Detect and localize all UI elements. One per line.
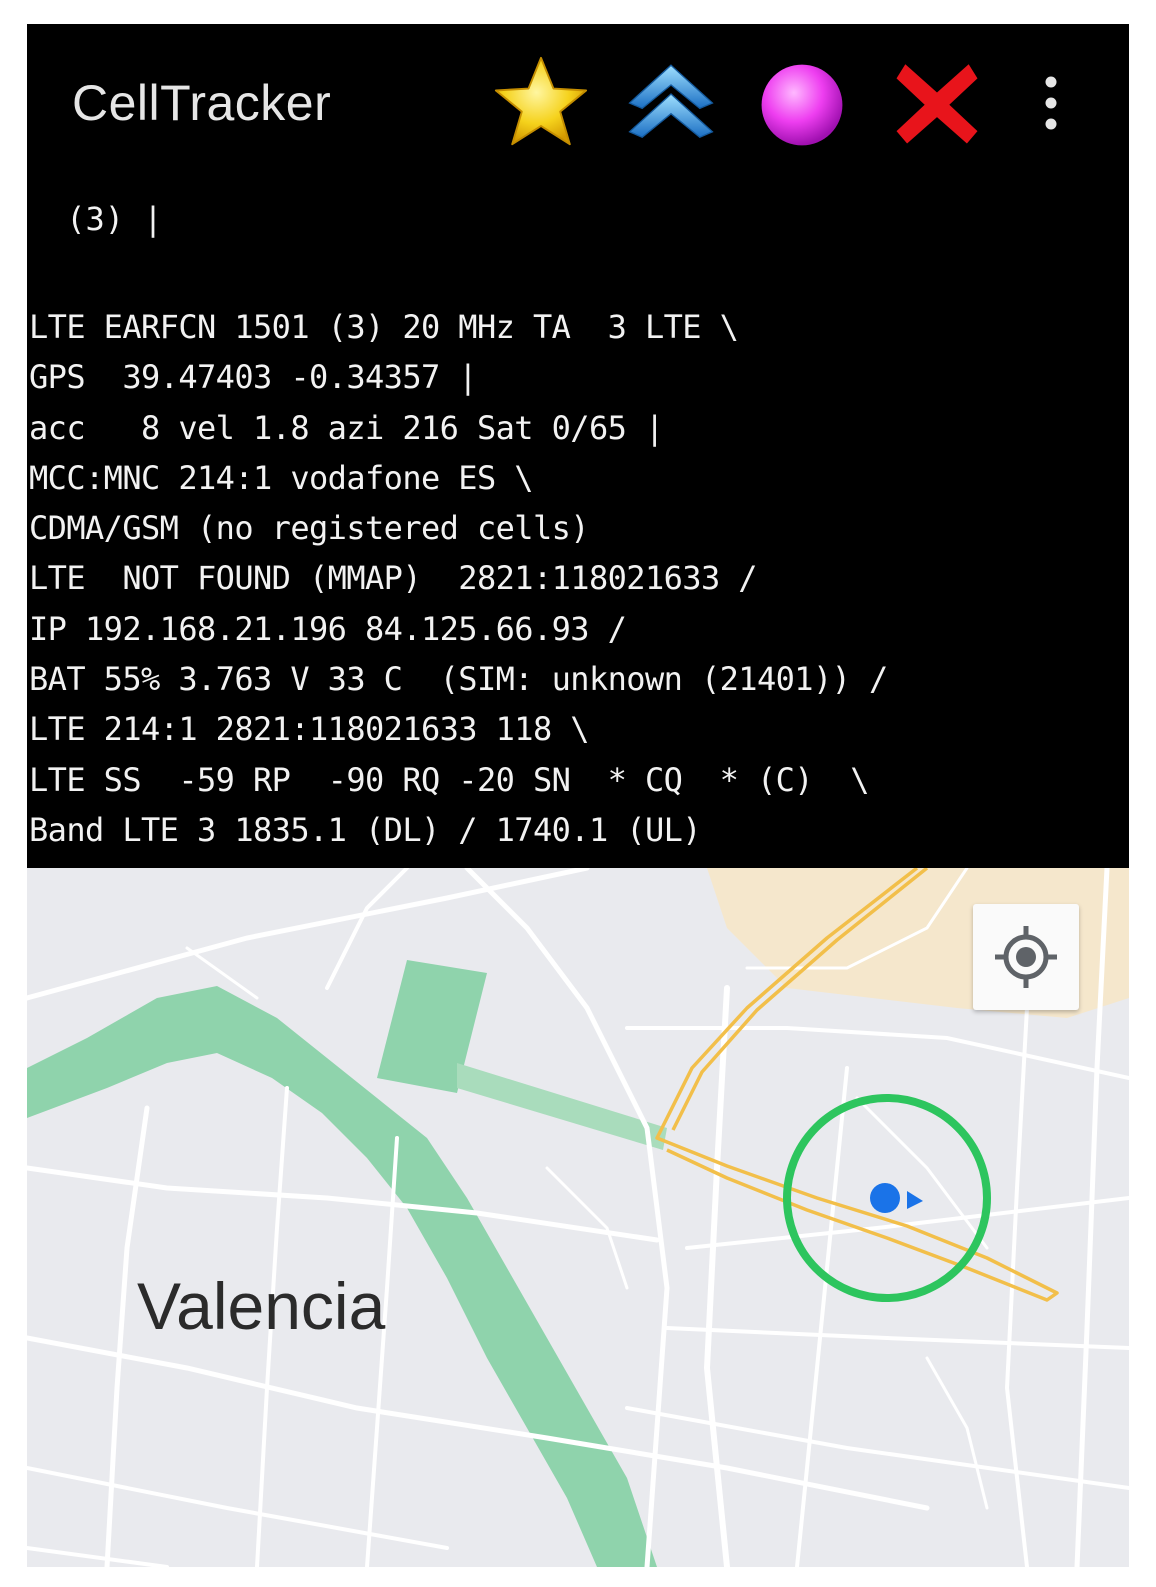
purple-dot-icon[interactable] [759,62,845,148]
current-location-dot [870,1183,900,1213]
info-line: LTE 214:1 2821:118021633 118 \ [29,710,590,749]
info-lines: LTE EARFCN 1501 (3) 20 MHz TA 3 LTE \ GP… [29,302,888,855]
cell-info-panel: (3) | LTE EARFCN 1501 (3) 20 MHz TA 3 LT… [27,184,1129,868]
info-line: LTE NOT FOUND (MMAP) 2821:118021633 / [29,559,758,598]
map-canvas[interactable] [27,868,1129,1567]
info-line: BAT 55% 3.763 V 33 C (SIM: unknown (2140… [29,660,888,699]
map-city-label: Valencia [137,1269,386,1343]
app-bar: CellTracker [27,24,1129,184]
app-title: CellTracker [72,75,332,131]
map-view[interactable]: Valencia [27,868,1129,1567]
info-line: acc 8 vel 1.8 azi 216 Sat 0/65 | [29,408,664,447]
info-header: (3) | [47,200,163,238]
my-location-button[interactable] [973,904,1079,1010]
my-location-icon [995,926,1057,988]
overflow-menu-icon[interactable] [1031,74,1071,134]
info-line: GPS 39.47403 -0.34357 | [29,358,478,397]
info-line: LTE EARFCN 1501 (3) 20 MHz TA 3 LTE \ [29,308,739,346]
info-line: LTE SS -59 RP -90 RQ -20 SN * CQ * (C) \ [29,760,870,799]
close-icon[interactable] [893,58,981,148]
chevron-up-double-icon[interactable] [623,58,719,148]
star-icon[interactable] [493,54,589,150]
info-line: CDMA/GSM (no registered cells) [29,509,590,548]
info-line: MCC:MNC 214:1 vodafone ES \ [29,458,534,497]
app-screen: CellTracker (3) | LTE EARFCN 1501 (3) 20… [27,24,1129,1567]
info-line: IP 192.168.21.196 84.125.66.93 / [29,609,627,648]
heading-arrow-icon [907,1191,923,1209]
info-line: Band LTE 3 1835.1 (DL) / 1740.1 (UL) [29,810,702,849]
